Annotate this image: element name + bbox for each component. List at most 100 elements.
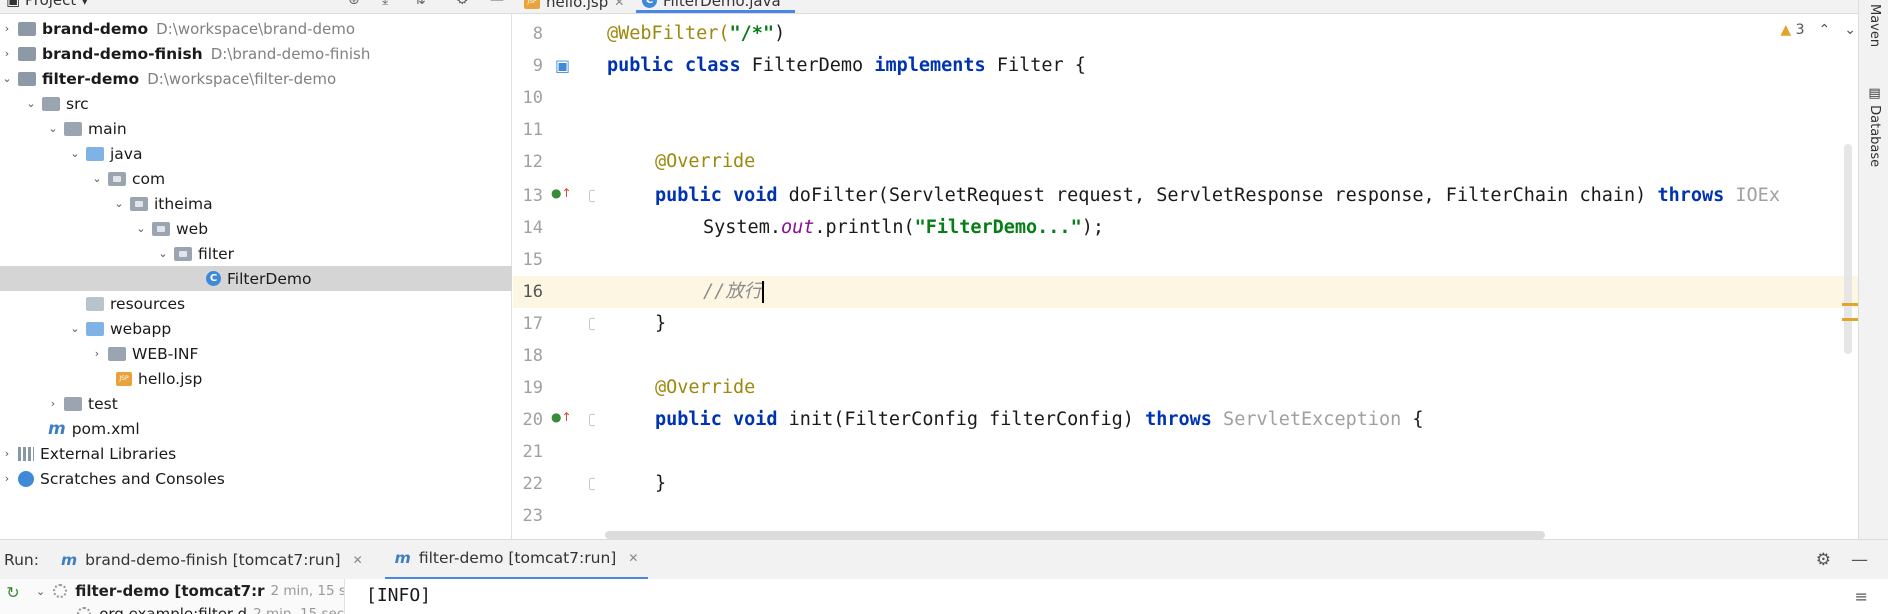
tree-item-brand-demo-finish[interactable]: › brand-demo-finish D:\brand-demo-finish — [0, 41, 512, 66]
project-tool-window-title[interactable]: ▣ Project ▾ — [6, 0, 89, 9]
minimize-icon[interactable]: — — [490, 0, 504, 8]
chevron-down-icon[interactable]: ⌄ — [1844, 22, 1856, 38]
chevron-down-icon[interactable]: ⌄ — [134, 222, 148, 235]
run-tab-brand-demo-finish[interactable]: m brand-demo-finish [tomcat7:run] ✕ — [51, 540, 373, 580]
run-tree-label: org.example:filter-d — [99, 605, 248, 614]
chevron-right-icon[interactable]: › — [0, 47, 14, 60]
maven-tool-button[interactable]: Maven — [1867, 4, 1882, 47]
chevron-down-icon[interactable]: ⌄ — [46, 122, 60, 135]
tree-item-test[interactable]: › test — [0, 391, 512, 416]
tree-item-label: WEB-INF — [132, 344, 199, 363]
inspection-widget[interactable]: ▲ 3 ⌃ ⌄ — [1780, 22, 1856, 38]
tree-item-label: Scratches and Consoles — [40, 469, 225, 488]
gear-icon[interactable]: ⚙ — [1816, 550, 1831, 570]
folder-icon — [108, 346, 126, 361]
run-tab-filter-demo[interactable]: m filter-demo [tomcat7:run] ✕ — [384, 540, 649, 580]
tree-item-filter[interactable]: ⌄ filter — [0, 241, 512, 266]
code-line-14: System.out.println("FilterDemo..."); — [703, 212, 1104, 244]
class-icon: C — [642, 0, 657, 8]
code-line-22: } — [655, 468, 666, 500]
error-stripe-mark[interactable] — [1842, 303, 1858, 306]
code-text: Filter { — [985, 55, 1086, 76]
gear-icon[interactable]: ⚙ — [456, 0, 469, 8]
tree-item-itheima[interactable]: ⌄ itheima — [0, 191, 512, 216]
console-output[interactable]: [INFO] — [366, 585, 431, 606]
override-gutter-icon[interactable]: ●↑ — [551, 186, 572, 200]
run-time: 2 min, 15 sec — [253, 606, 345, 614]
tree-item-external-libraries[interactable]: › External Libraries — [0, 441, 512, 466]
tree-item-label: src — [66, 94, 89, 113]
vertical-scrollbar[interactable] — [1844, 144, 1852, 354]
tree-item-resources[interactable]: resources — [0, 291, 512, 316]
tree-item-web-inf[interactable]: › WEB-INF — [0, 341, 512, 366]
close-icon[interactable]: ✕ — [353, 553, 363, 567]
code-text: ) — [774, 23, 786, 44]
chevron-down-icon[interactable]: ⌄ — [24, 97, 38, 110]
chevron-down-icon[interactable]: ⌄ — [68, 147, 82, 160]
chevron-down-icon[interactable]: ⌄ — [0, 72, 14, 85]
tree-item-brand-demo[interactable]: › brand-demo D:\workspace\brand-demo — [0, 16, 512, 41]
string-literal: "/*" — [729, 23, 775, 44]
chevron-down-icon[interactable]: ⌄ — [156, 247, 170, 260]
chevron-right-icon[interactable]: › — [90, 347, 104, 360]
code-editor[interactable]: @WebFilter("/*") public class FilterDemo… — [595, 14, 1858, 539]
web-folder-icon — [86, 321, 104, 336]
chevron-right-icon[interactable]: › — [0, 472, 14, 485]
tree-item-web[interactable]: ⌄ web — [0, 216, 512, 241]
code-line-19: @Override — [655, 372, 755, 404]
running-spinner-icon — [77, 607, 92, 614]
database-tool-button[interactable]: ▤ Database — [1867, 86, 1882, 167]
tree-item-webapp[interactable]: ⌄ webapp — [0, 316, 512, 341]
line-number: 20 — [522, 410, 543, 430]
code-text: } — [655, 313, 667, 334]
right-tool-strip: Maven ▤ Database — [1858, 0, 1888, 539]
expand-icon[interactable]: ⇅ — [414, 0, 426, 8]
run-tree-item[interactable]: ⌄ filter-demo [tomcat7:r 2 min, 15 sec — [36, 582, 344, 600]
error-stripe-mark[interactable] — [1842, 318, 1858, 321]
tree-item-com[interactable]: ⌄ com — [0, 166, 512, 191]
tab-filterdemo-java[interactable]: C FilterDemo.java — [636, 0, 795, 13]
tree-item-pom-xml[interactable]: m pom.xml — [0, 416, 512, 441]
project-label: Project — [24, 0, 77, 9]
implemented-gutter-icon[interactable]: ▣ — [555, 56, 570, 75]
tree-item-main[interactable]: ⌄ main — [0, 116, 512, 141]
run-tree-item[interactable]: ⌄ org.example:filter-d 2 min, 15 sec — [60, 605, 344, 614]
annotation: @Override — [655, 151, 756, 172]
chevron-down-icon[interactable]: ⌄ — [68, 322, 82, 335]
tree-item-java[interactable]: ⌄ java — [0, 141, 512, 166]
chevron-right-icon[interactable]: › — [0, 22, 14, 35]
code-line-8: @WebFilter("/*") — [607, 18, 785, 50]
code-text: { — [1401, 409, 1424, 430]
package-icon — [130, 196, 148, 211]
chevron-down-icon[interactable]: ⌄ — [60, 608, 69, 614]
horizontal-scrollbar[interactable] — [605, 531, 1545, 539]
keyword: public void — [655, 409, 778, 430]
run-label: Run: — [4, 550, 39, 569]
tree-item-scratches[interactable]: › Scratches and Consoles — [0, 466, 512, 491]
project-folder-icon — [18, 46, 36, 61]
chevron-right-icon[interactable]: › — [46, 397, 60, 410]
minimize-icon[interactable]: — — [1851, 550, 1868, 570]
editor-gutter: 8 9 10 11 12 13 14 15 16 17 18 19 20 21 … — [513, 14, 601, 539]
soft-wrap-icon[interactable]: ≡ — [1855, 587, 1868, 606]
warning-count[interactable]: ▲ 3 — [1780, 22, 1804, 38]
locate-icon[interactable]: ⊕ — [348, 0, 360, 8]
chevron-down-icon[interactable]: ⌄ — [36, 585, 45, 598]
run-panel-body: ↻ ⌄ filter-demo [tomcat7:r 2 min, 15 sec… — [0, 579, 1888, 614]
run-panel-header: Run: m brand-demo-finish [tomcat7:run] ✕… — [0, 539, 1888, 580]
tree-item-filter-demo[interactable]: ⌄ filter-demo D:\workspace\filter-demo — [0, 66, 512, 91]
rerun-icon[interactable]: ↻ — [2, 583, 24, 605]
tree-item-src[interactable]: ⌄ src — [0, 91, 512, 116]
close-icon[interactable]: ✕ — [628, 551, 638, 565]
override-gutter-icon[interactable]: ●↑ — [551, 410, 572, 424]
tab-hello-jsp[interactable]: JSP hello.jsp ✕ — [524, 0, 624, 13]
chevron-up-icon[interactable]: ⌃ — [1819, 22, 1831, 38]
chevron-down-icon[interactable]: ⌄ — [112, 197, 126, 210]
close-icon[interactable]: ✕ — [614, 0, 624, 9]
tree-item-filterdemo[interactable]: C FilterDemo — [0, 266, 512, 291]
tree-item-hello-jsp[interactable]: JSP hello.jsp — [0, 366, 512, 391]
keyword: public class — [607, 55, 741, 76]
collapse-all-icon[interactable]: ⤓ — [382, 0, 388, 8]
chevron-right-icon[interactable]: › — [0, 447, 14, 460]
chevron-down-icon[interactable]: ⌄ — [90, 172, 104, 185]
